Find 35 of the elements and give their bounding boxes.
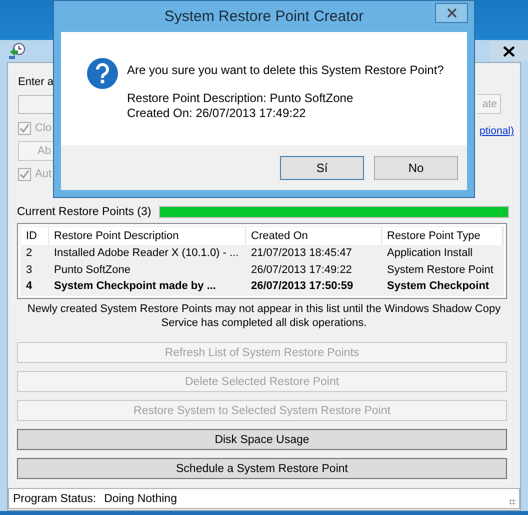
field-label: Enter a bbox=[18, 76, 54, 90]
dialog-button[interactable]: No bbox=[374, 156, 458, 180]
info-note: Newly created System Restore Points may not appear in this list until the Windows Shadow Copy Service has completed all disk operations. bbox=[26, 302, 502, 330]
table-cell-text: 3 bbox=[25, 264, 34, 276]
checkbox-label: Aut bbox=[35, 168, 52, 180]
status-label: Program Status: bbox=[13, 492, 96, 504]
table-cell-text: Punto SoftZone bbox=[53, 264, 132, 276]
clock-arrow-icon bbox=[8, 42, 26, 60]
checkbox-label: Clo bbox=[35, 122, 52, 134]
table-cell-text: System Restore Point bbox=[386, 264, 494, 276]
table-cell-text: Application Install bbox=[386, 247, 474, 260]
action-button[interactable]: Schedule a System Restore Point bbox=[17, 458, 507, 479]
table-cell-text: System Checkpoint bbox=[386, 280, 490, 292]
table-cell-text: 21/07/2013 18:45:47 bbox=[250, 247, 353, 260]
close-icon bbox=[446, 8, 456, 18]
table-cell-text: System Checkpoint made by ... bbox=[53, 280, 217, 292]
restore-points-label: Current Restore Points (3) bbox=[17, 206, 152, 218]
dialog-detail: Restore Point Description: Punto SoftZone bbox=[127, 91, 354, 106]
dialog-detail: Created On: 26/07/2013 17:49:22 bbox=[127, 106, 307, 121]
table-cell-text: 26/07/2013 17:50:59 bbox=[250, 280, 354, 292]
question-icon bbox=[87, 58, 118, 89]
close-icon bbox=[503, 46, 515, 56]
dialog-question: Are you sure you want to delete this System Restore Point? bbox=[127, 63, 444, 77]
table-cell-text: 4 bbox=[25, 280, 34, 292]
close-button[interactable] bbox=[490, 41, 528, 61]
status-value: Doing Nothing bbox=[104, 492, 177, 504]
dialog-title: System Restore Point Creator bbox=[164, 8, 364, 25]
dialog-button[interactable]: Sí bbox=[280, 156, 364, 180]
optional-link[interactable]: ptional) bbox=[480, 125, 514, 137]
resize-grip-icon bbox=[509, 499, 516, 506]
description-field[interactable] bbox=[18, 94, 54, 114]
action-button[interactable]: Disk Space Usage bbox=[17, 429, 507, 450]
table-cell-text: 2 bbox=[25, 247, 34, 260]
table-cell-text: Installed Adobe Reader X (10.1.0) - ... bbox=[53, 247, 240, 260]
table-cell-text: 26/07/2013 17:49:22 bbox=[250, 264, 353, 276]
